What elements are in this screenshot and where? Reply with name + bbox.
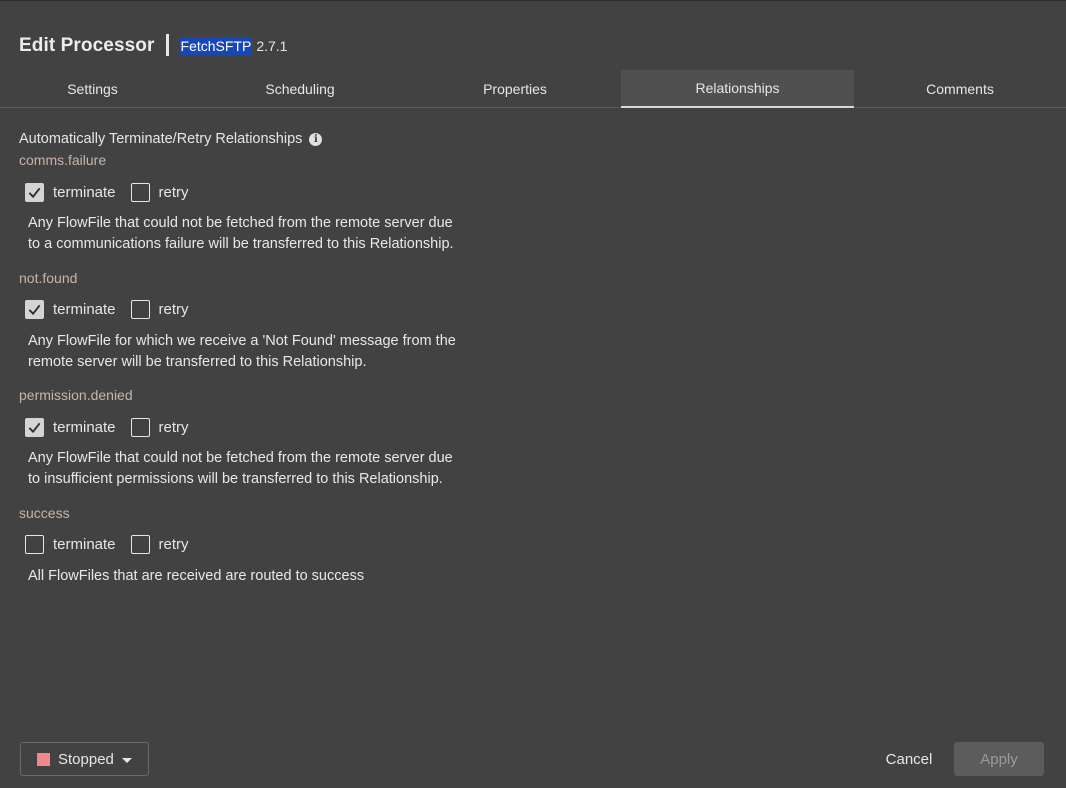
terminate-checkbox[interactable] (25, 535, 44, 554)
relationship-name: not.found (19, 270, 78, 286)
relationship-description: All FlowFiles that are received are rout… (28, 566, 528, 587)
relationship-description: Any FlowFile that could not be fetched f… (28, 213, 528, 255)
title-separator (165, 34, 169, 56)
relationship-description: Any FlowFile for which we receive a 'Not… (28, 331, 528, 373)
cancel-button[interactable]: Cancel (874, 742, 944, 776)
retry-checkbox[interactable] (130, 535, 150, 554)
terminate-label: terminate (53, 536, 116, 553)
terminate-checkbox[interactable] (25, 183, 44, 202)
retry-label: retry (158, 184, 189, 201)
caret-down-icon (121, 757, 132, 763)
terminate-label: terminate (53, 301, 116, 318)
retry-label: retry (158, 419, 189, 436)
run-status-dropdown[interactable]: Stopped (20, 742, 149, 776)
apply-button[interactable]: Apply (954, 742, 1044, 776)
terminate-checkbox[interactable] (25, 300, 44, 319)
terminate-label: terminate (53, 184, 116, 201)
tab-scheduling[interactable]: Scheduling (185, 70, 415, 108)
tab-bar: Settings Scheduling Properties Relations… (0, 70, 1066, 108)
retry-label: retry (158, 536, 189, 553)
processor-version: 2.7.1 (256, 38, 288, 54)
retry-checkbox[interactable] (130, 418, 150, 437)
dialog-header: Edit Processor FetchSFTP 2.7.1 (19, 34, 288, 57)
retry-checkbox[interactable] (130, 300, 150, 319)
retry-label: retry (158, 301, 189, 318)
tab-properties[interactable]: Properties (415, 70, 615, 108)
relationship-description: Any FlowFile that could not be fetched f… (28, 448, 528, 490)
tab-relationships[interactable]: Relationships (621, 70, 854, 108)
tab-settings[interactable]: Settings (0, 70, 185, 108)
terminate-label: terminate (53, 419, 116, 436)
terminate-checkbox[interactable] (25, 418, 44, 437)
relationship-name: permission.denied (19, 387, 133, 403)
description-line: to insufficient permissions will be tran… (28, 471, 443, 487)
relationship-name: comms.failure (19, 152, 107, 168)
section-title: Automatically Terminate/Retry Relationsh… (19, 131, 323, 147)
retry-checkbox[interactable] (130, 183, 150, 202)
relationship-options: terminate retry (25, 183, 189, 202)
description-line: to a communications failure will be tran… (28, 236, 454, 252)
description-line: All FlowFiles that are received are rout… (28, 568, 365, 584)
dialog-title: Edit Processor (19, 35, 155, 56)
description-line: Any FlowFile for which we receive a 'Not… (28, 333, 456, 349)
relationship-options: terminate retry (25, 535, 189, 554)
relationship-name: success (19, 505, 70, 521)
info-icon[interactable]: i (309, 132, 323, 146)
stop-icon (37, 752, 50, 766)
tab-comments[interactable]: Comments (854, 70, 1066, 108)
run-status-label: Stopped (58, 750, 114, 768)
processor-name: FetchSFTP (179, 37, 253, 55)
relationship-options: terminate retry (25, 300, 189, 319)
description-line: Any FlowFile that could not be fetched f… (28, 450, 453, 466)
description-line: Any FlowFile that could not be fetched f… (28, 215, 453, 231)
description-line: remote server will be transferred to thi… (28, 354, 367, 370)
relationship-options: terminate retry (25, 418, 189, 437)
section-title-text: Automatically Terminate/Retry Relationsh… (19, 131, 303, 147)
